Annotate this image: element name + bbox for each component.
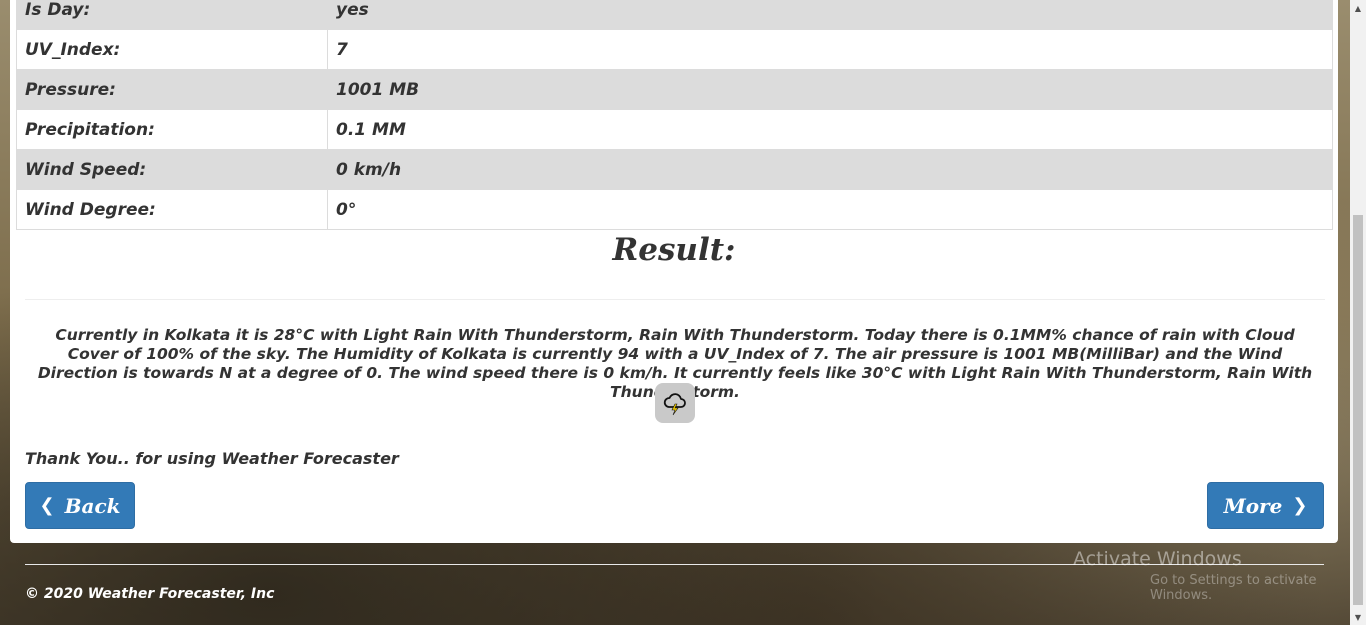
- scroll-up-icon[interactable]: ▲: [1350, 0, 1366, 16]
- table-row: UV_Index: 7: [16, 29, 1333, 70]
- weather-card: Is Day: yes UV_Index: 7 Pressure: 1001 M…: [10, 0, 1338, 543]
- footer-copyright: © 2020 Weather Forecaster, Inc: [25, 586, 275, 602]
- back-button-label: Back: [64, 493, 121, 518]
- detail-value: yes: [327, 0, 1333, 30]
- detail-value: 0°: [327, 189, 1333, 230]
- activate-windows-subtitle: Go to Settings to activate Windows.: [1150, 573, 1317, 603]
- more-button-label: More: [1223, 493, 1283, 518]
- scroll-down-icon[interactable]: ▼: [1350, 609, 1366, 625]
- table-row: Wind Speed: 0 km/h: [16, 149, 1333, 190]
- result-heading: Result:: [612, 232, 736, 268]
- table-row: Wind Degree: 0°: [16, 189, 1333, 230]
- more-button[interactable]: More ❯: [1207, 482, 1324, 529]
- detail-key: Precipitation:: [16, 109, 328, 150]
- detail-key: Is Day:: [16, 0, 328, 30]
- detail-key: Pressure:: [16, 69, 328, 110]
- detail-value: 1001 MB: [327, 69, 1333, 110]
- table-row: Pressure: 1001 MB: [16, 69, 1333, 110]
- table-row: Precipitation: 0.1 MM: [16, 109, 1333, 150]
- chevron-left-icon: ❮: [39, 495, 55, 516]
- weather-details-table: Is Day: yes UV_Index: 7 Pressure: 1001 M…: [16, 0, 1333, 230]
- scrollbar-thumb[interactable]: [1353, 215, 1363, 605]
- detail-value: 0 km/h: [327, 149, 1333, 190]
- back-button[interactable]: ❮ Back: [25, 482, 135, 529]
- detail-value: 7: [327, 29, 1333, 70]
- divider: [25, 299, 1325, 300]
- activate-windows-watermark: Activate Windows: [1073, 548, 1242, 570]
- detail-key: Wind Speed:: [16, 149, 328, 190]
- thank-you-message: Thank You.. for using Weather Forecaster: [25, 449, 399, 468]
- thunderstorm-icon: [655, 383, 695, 423]
- detail-key: UV_Index:: [16, 29, 328, 70]
- detail-value: 0.1 MM: [327, 109, 1333, 150]
- table-row: Is Day: yes: [16, 0, 1333, 30]
- chevron-right-icon: ❯: [1292, 495, 1308, 516]
- page-scrollbar[interactable]: ▲ ▼: [1350, 0, 1366, 625]
- detail-key: Wind Degree:: [16, 189, 328, 230]
